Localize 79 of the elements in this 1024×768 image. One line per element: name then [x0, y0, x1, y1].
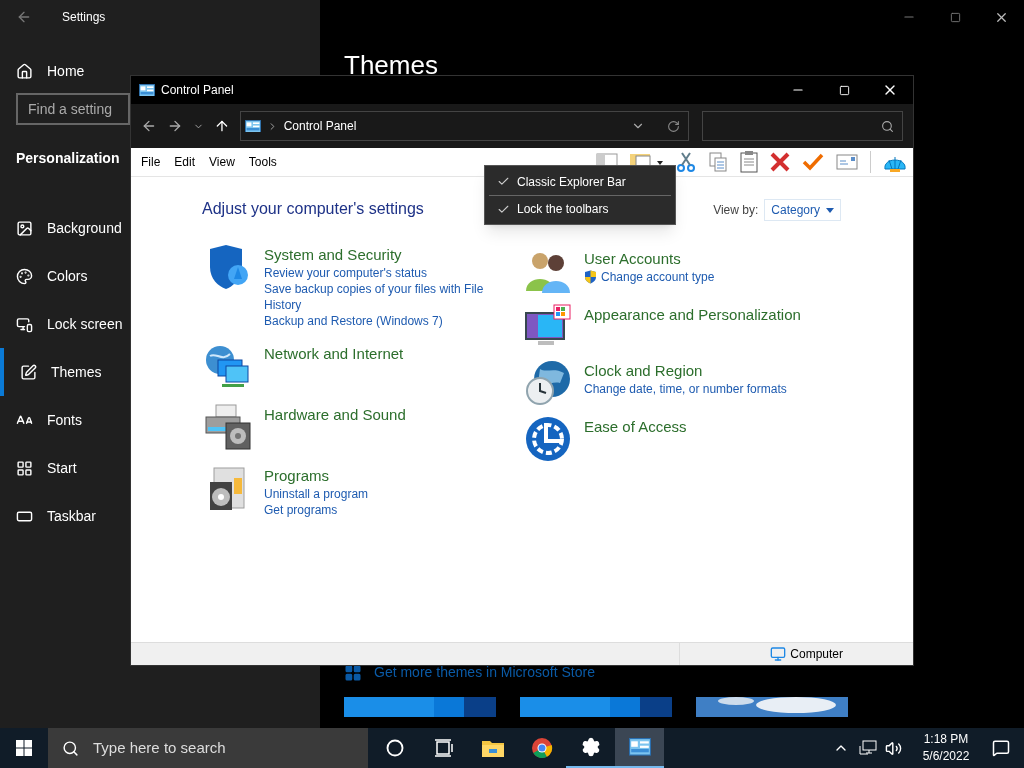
printer-speaker-icon: [204, 403, 252, 451]
task-view-icon: [433, 739, 454, 757]
window-title: Settings: [62, 9, 106, 26]
window-title: Control Panel: [161, 82, 234, 99]
category-link[interactable]: User Accounts: [584, 249, 715, 269]
volume-icon[interactable]: [885, 739, 902, 757]
nav-item[interactable]: Colors: [0, 252, 126, 300]
menu-option[interactable]: Classic Explorer Bar: [489, 168, 671, 195]
maximize-icon: [838, 84, 850, 96]
control-panel-icon: [628, 738, 651, 756]
task-link[interactable]: Save backup copies of your files with File History: [264, 281, 489, 313]
control-panel-icon: [244, 119, 261, 133]
task-link[interactable]: Change date, time, or number formats: [584, 381, 787, 397]
category-link[interactable]: Ease of Access: [584, 417, 687, 437]
task-link[interactable]: Review your computer's status: [264, 265, 428, 281]
notifications-icon[interactable]: [992, 739, 1010, 757]
address-text: Control Panel: [283, 118, 357, 135]
clock[interactable]: 1:18 PM 5/6/2022: [916, 731, 976, 765]
search-field[interactable]: Find a setting: [16, 93, 130, 125]
menu-item[interactable]: Edit: [167, 153, 203, 171]
category-link[interactable]: Network and Internet: [264, 344, 404, 364]
nav-item[interactable]: Fonts: [0, 396, 126, 444]
computer-icon: [770, 646, 787, 662]
task-link[interactable]: Backup and Restore (Windows 7): [264, 313, 443, 329]
store-icon: [344, 663, 362, 682]
category-link[interactable]: Programs: [264, 466, 369, 486]
back-arrow-icon[interactable]: [141, 118, 157, 134]
search-icon: [881, 119, 894, 133]
taskbar-search-field[interactable]: Type here to search: [48, 728, 368, 768]
browser-icon: [530, 737, 553, 759]
status-text: Computer: [790, 646, 843, 663]
category-link[interactable]: Clock and Region: [584, 361, 787, 381]
control-panel-icon: [139, 83, 155, 97]
accessibility-icon: [524, 415, 572, 463]
delete-icon[interactable]: [770, 152, 790, 172]
colors-icon: [16, 267, 33, 285]
home-link[interactable]: Home: [47, 60, 85, 82]
search-field[interactable]: [702, 111, 903, 141]
network-icon[interactable]: [859, 740, 877, 756]
category-link[interactable]: System and Security: [264, 245, 489, 265]
checkmark-icon[interactable]: [802, 153, 824, 171]
search-icon: [62, 739, 79, 757]
nav-item[interactable]: Start: [0, 444, 126, 492]
menu-option[interactable]: Lock the toolbars: [489, 195, 671, 222]
nav-item[interactable]: Lock screen: [0, 300, 126, 348]
globe-clock-icon: [524, 359, 572, 407]
background-icon: [16, 219, 33, 237]
refresh-icon[interactable]: [667, 119, 681, 133]
menu-item[interactable]: File: [141, 153, 168, 171]
taskbar-app[interactable]: [615, 728, 664, 768]
menu-item[interactable]: View: [202, 153, 242, 171]
clipboard-icon[interactable]: [740, 151, 758, 173]
themes-icon: [20, 363, 37, 381]
address-bar[interactable]: Control Panel: [239, 111, 690, 141]
back-arrow-icon[interactable]: [16, 9, 32, 25]
menu-item[interactable]: Tools: [241, 153, 284, 171]
view-by-dropdown[interactable]: Category: [764, 199, 841, 221]
view-by-label: View by:: [713, 202, 759, 219]
lock-icon: [16, 315, 33, 333]
envelope-icon[interactable]: [836, 154, 858, 170]
category-link[interactable]: Appearance and Personalization: [584, 305, 801, 325]
nav-item[interactable]: Themes: [0, 348, 126, 396]
page-title: Themes: [344, 52, 439, 76]
task-link[interactable]: Get programs: [264, 502, 338, 518]
settings-icon: [580, 737, 601, 757]
page-heading: Adjust your computer's settings: [202, 199, 424, 219]
scissors-icon[interactable]: [676, 152, 696, 172]
cortana-icon: [385, 739, 404, 757]
maximize-icon: [949, 11, 961, 23]
nav-item[interactable]: Taskbar: [0, 492, 126, 540]
folder-icon: [481, 739, 504, 757]
task-link[interactable]: Uninstall a program: [264, 486, 369, 502]
category-link[interactable]: Hardware and Sound: [264, 405, 406, 425]
task-link[interactable]: Change account type: [601, 269, 715, 285]
start-icon: [16, 459, 33, 477]
home-icon: [16, 62, 33, 80]
section-heading: Personalization: [16, 149, 120, 168]
nav-item[interactable]: Background: [0, 204, 126, 252]
windows-logo-icon: [16, 740, 32, 756]
